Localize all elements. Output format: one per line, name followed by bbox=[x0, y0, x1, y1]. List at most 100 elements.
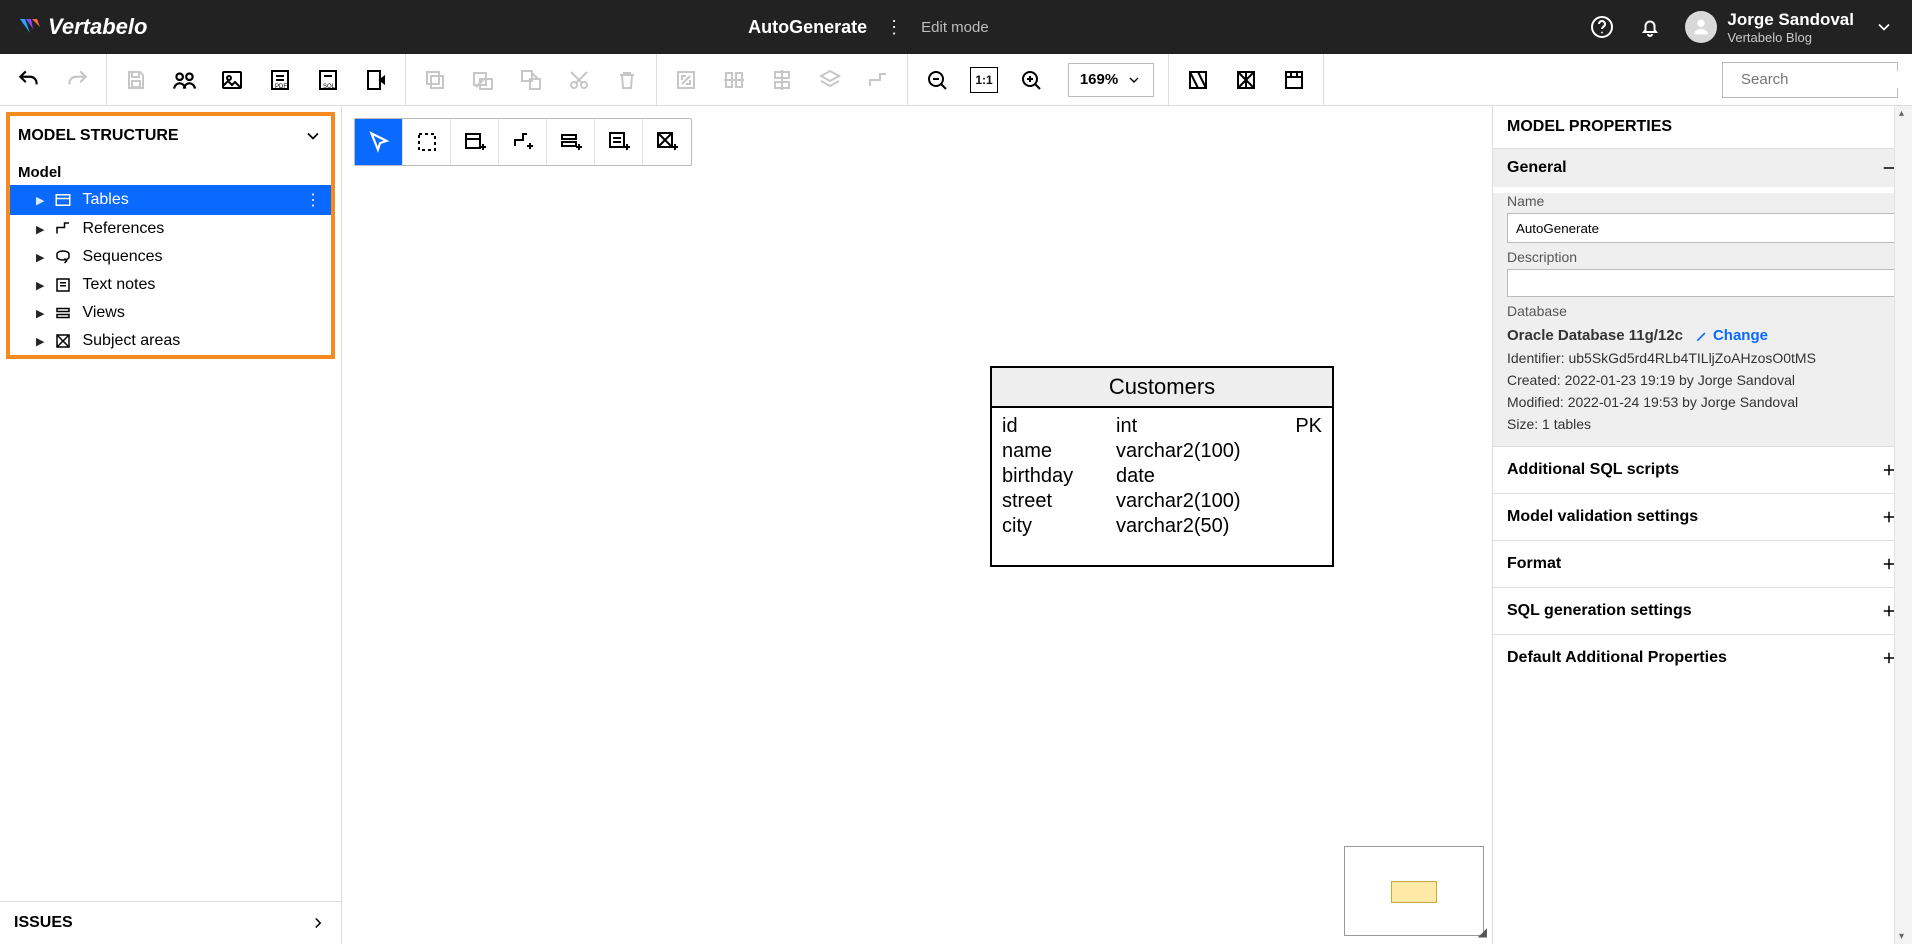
section-sql-gen[interactable]: SQL generation settings bbox=[1493, 587, 1912, 634]
zoom-in-button[interactable] bbox=[1016, 65, 1046, 95]
export-sql-button[interactable]: SQL bbox=[313, 65, 343, 95]
app-header: Vertabelo AutoGenerate ⋮ Edit mode Jorge… bbox=[0, 0, 1912, 54]
tree-item-label: References bbox=[82, 220, 164, 238]
marquee-tool[interactable] bbox=[403, 119, 451, 165]
add-view-tool[interactable] bbox=[547, 119, 595, 165]
section-validation[interactable]: Model validation settings bbox=[1493, 493, 1912, 540]
add-table-tool[interactable] bbox=[451, 119, 499, 165]
section-label: SQL generation settings bbox=[1507, 602, 1692, 620]
view-mode-3-button[interactable] bbox=[1279, 65, 1309, 95]
resize-button[interactable] bbox=[671, 65, 701, 95]
caret-right-icon: ▶ bbox=[36, 194, 44, 207]
main-toolbar: PDF SQL 1:1 169% CTRL + F bbox=[0, 54, 1912, 106]
tree-item-label: Subject areas bbox=[82, 332, 180, 350]
tree-item-views[interactable]: ▶ Views bbox=[10, 299, 331, 327]
search-box[interactable]: CTRL + F bbox=[1722, 62, 1898, 98]
duplicate-button[interactable] bbox=[516, 65, 546, 95]
tree-item-tables[interactable]: ▶ Tables ⋮ bbox=[10, 185, 331, 215]
model-description-input[interactable] bbox=[1507, 269, 1898, 297]
copy-button[interactable] bbox=[420, 65, 450, 95]
properties-scrollbar[interactable] bbox=[1894, 106, 1912, 944]
user-name: Jorge Sandoval bbox=[1727, 10, 1854, 30]
brand-mark-icon bbox=[18, 15, 42, 39]
tree-item-references[interactable]: ▶ References bbox=[10, 215, 331, 243]
erd-table-columns: idintPK namevarchar2(100) birthdaydate s… bbox=[992, 408, 1332, 565]
connector-button[interactable] bbox=[863, 65, 893, 95]
add-area-tool[interactable] bbox=[643, 119, 691, 165]
document-title: AutoGenerate bbox=[748, 17, 867, 38]
align-horizontal-button[interactable] bbox=[719, 65, 749, 95]
section-label: Model validation settings bbox=[1507, 508, 1698, 526]
erd-column-row: cityvarchar2(50) bbox=[1002, 514, 1322, 539]
user-menu[interactable]: Jorge Sandoval Vertabelo Blog bbox=[1685, 10, 1894, 45]
import-button[interactable] bbox=[361, 65, 391, 95]
minimap-viewport[interactable] bbox=[1391, 881, 1437, 903]
size-line: Size: 1 tables bbox=[1507, 416, 1898, 432]
model-root-label: Model bbox=[10, 156, 331, 185]
delete-button[interactable] bbox=[612, 65, 642, 95]
export-image-button[interactable] bbox=[217, 65, 247, 95]
properties-panel: MODEL PROPERTIES General Name Descriptio… bbox=[1492, 106, 1912, 944]
section-additional-sql[interactable]: Additional SQL scripts bbox=[1493, 446, 1912, 493]
tree-item-sequences[interactable]: ▶ Sequences bbox=[10, 243, 331, 271]
view-mode-2-button[interactable] bbox=[1231, 65, 1261, 95]
caret-right-icon: ▶ bbox=[36, 279, 44, 292]
align-vertical-button[interactable] bbox=[767, 65, 797, 95]
share-button[interactable] bbox=[169, 65, 199, 95]
cut-button[interactable] bbox=[564, 65, 594, 95]
erd-column-row: streetvarchar2(100) bbox=[1002, 489, 1322, 514]
export-pdf-button[interactable]: PDF bbox=[265, 65, 295, 95]
issues-panel-toggle[interactable]: ISSUES bbox=[0, 901, 341, 944]
add-note-tool[interactable] bbox=[595, 119, 643, 165]
tree-item-label: Text notes bbox=[82, 276, 155, 294]
caret-right-icon: ▶ bbox=[36, 335, 44, 348]
select-tool[interactable] bbox=[355, 119, 403, 165]
section-format[interactable]: Format bbox=[1493, 540, 1912, 587]
database-label: Database bbox=[1507, 303, 1898, 319]
section-label: Default Additional Properties bbox=[1507, 649, 1727, 667]
view-mode-1-button[interactable] bbox=[1183, 65, 1213, 95]
erd-table-customers[interactable]: Customers idintPK namevarchar2(100) birt… bbox=[990, 366, 1334, 567]
tree-item-subject-areas[interactable]: ▶ Subject areas bbox=[10, 327, 331, 355]
section-general-header[interactable]: General bbox=[1493, 149, 1912, 187]
brand-logo[interactable]: Vertabelo bbox=[18, 14, 147, 40]
view-icon bbox=[54, 304, 72, 322]
model-structure-header[interactable]: MODEL STRUCTURE bbox=[10, 116, 331, 156]
description-label: Description bbox=[1507, 249, 1898, 265]
model-structure-panel: MODEL STRUCTURE Model ▶ Tables ⋮ ▶ Refer… bbox=[6, 112, 335, 359]
paste-button[interactable] bbox=[468, 65, 498, 95]
minimap[interactable]: ◢ bbox=[1344, 846, 1484, 936]
change-database-link[interactable]: Change bbox=[1695, 327, 1768, 344]
svg-text:PDF: PDF bbox=[275, 84, 287, 90]
model-name-input[interactable] bbox=[1507, 213, 1898, 243]
user-subtitle: Vertabelo Blog bbox=[1727, 30, 1854, 45]
section-general: General Name Description Database Oracle… bbox=[1493, 148, 1912, 446]
save-button[interactable] bbox=[121, 65, 151, 95]
document-menu-icon[interactable]: ⋮ bbox=[885, 17, 903, 38]
redo-button[interactable] bbox=[62, 65, 92, 95]
created-line: Created: 2022-01-23 19:19 by Jorge Sando… bbox=[1507, 372, 1898, 388]
tree-item-text-notes[interactable]: ▶ Text notes bbox=[10, 271, 331, 299]
erd-column-row: idintPK bbox=[1002, 414, 1322, 439]
minimap-resize-handle[interactable]: ◢ bbox=[1478, 925, 1487, 939]
tree-item-label: Tables bbox=[82, 191, 128, 209]
zoom-level-dropdown[interactable]: 169% bbox=[1068, 63, 1154, 97]
pencil-icon bbox=[1695, 329, 1709, 343]
layers-button[interactable] bbox=[815, 65, 845, 95]
search-input[interactable] bbox=[1741, 71, 1912, 88]
notifications-icon[interactable] bbox=[1637, 14, 1663, 40]
section-default-props[interactable]: Default Additional Properties bbox=[1493, 634, 1912, 681]
database-value: Oracle Database 11g/12c bbox=[1507, 327, 1683, 344]
diagram-canvas[interactable]: Customers idintPK namevarchar2(100) birt… bbox=[342, 106, 1492, 944]
issues-label: ISSUES bbox=[14, 914, 73, 932]
zoom-out-button[interactable] bbox=[922, 65, 952, 95]
chevron-right-icon bbox=[309, 914, 327, 932]
help-icon[interactable] bbox=[1589, 14, 1615, 40]
caret-right-icon: ▶ bbox=[36, 223, 44, 236]
left-sidebar: MODEL STRUCTURE Model ▶ Tables ⋮ ▶ Refer… bbox=[0, 106, 342, 944]
kebab-icon[interactable]: ⋮ bbox=[305, 190, 321, 210]
add-reference-tool[interactable] bbox=[499, 119, 547, 165]
undo-button[interactable] bbox=[14, 65, 44, 95]
zoom-100-button[interactable]: 1:1 bbox=[970, 67, 998, 93]
properties-title: MODEL PROPERTIES bbox=[1493, 106, 1912, 148]
